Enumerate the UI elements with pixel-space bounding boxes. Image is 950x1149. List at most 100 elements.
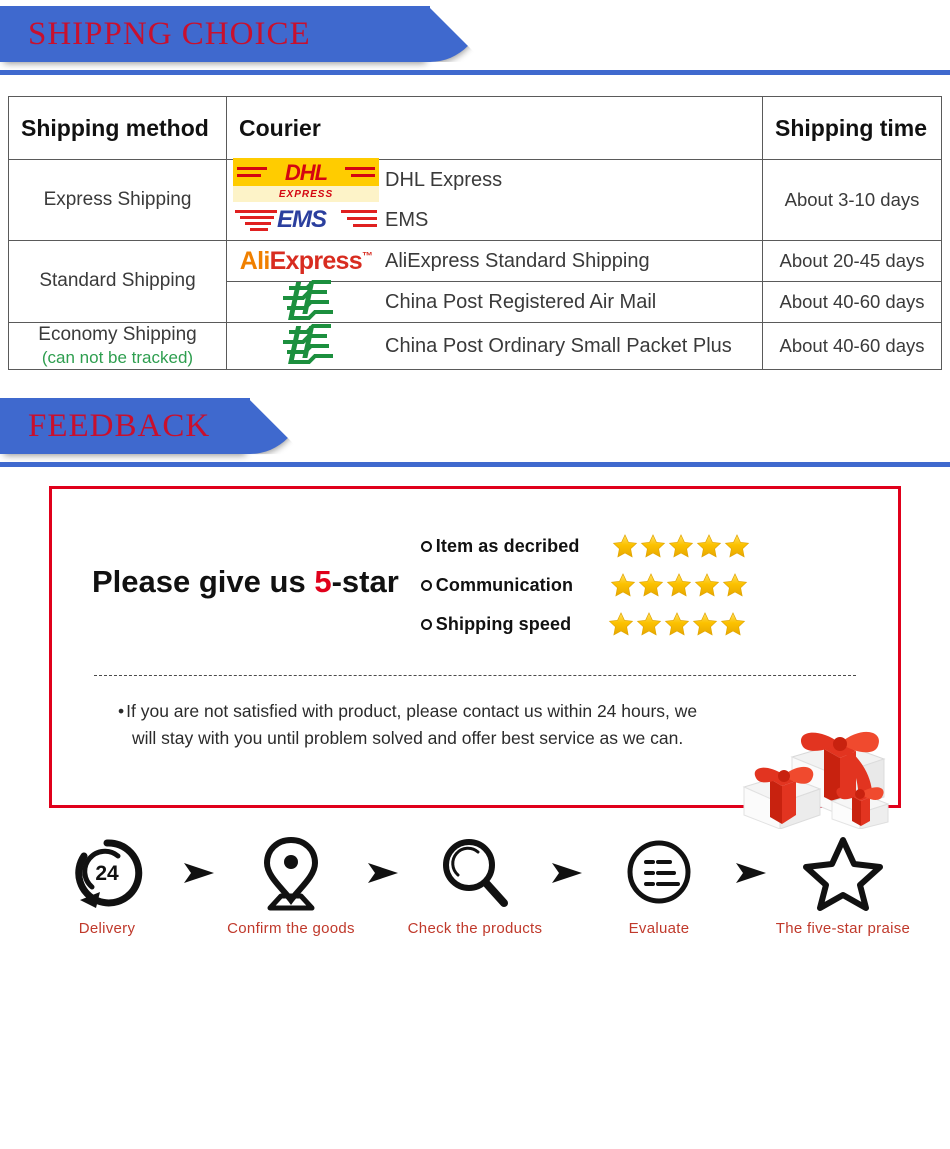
dhl-logo-subtext: EXPRESS	[278, 188, 334, 200]
star-icon[interactable]	[664, 611, 690, 637]
star-icon[interactable]	[640, 533, 666, 559]
courier-label-china-post-air: China Post Registered Air Mail	[385, 290, 657, 313]
step-evaluate: Evaluate	[590, 832, 728, 937]
aliexpress-logo-tm: ™	[361, 250, 373, 263]
banner-shape: SHIPPNG CHOICE	[0, 6, 430, 62]
header-label-time: Shipping time	[775, 114, 928, 141]
ems-logo-text: EMS	[277, 206, 327, 233]
cell-time-china-post-air: About 40-60 days	[762, 281, 942, 323]
feedback-headline: Please give us 5-star	[92, 564, 399, 600]
star-rating-group[interactable]	[608, 611, 746, 637]
courier-label-aliexpress: AliExpress Standard Shipping	[385, 249, 650, 272]
dhl-logo: DHL EXPRESS	[233, 158, 379, 202]
courier-entry-china-post-air: China Post Registered Air Mail	[227, 279, 762, 322]
step-confirm-the-goods: Confirm the goods	[222, 832, 360, 937]
arrow-right-icon	[176, 832, 222, 914]
step-delivery: 24 Delivery	[38, 832, 176, 937]
step-label: Evaluate	[628, 920, 690, 938]
courier-entry-ems: EMS EMS	[227, 200, 762, 240]
process-steps: 24 Delivery Confirm the goods Check the …	[0, 832, 950, 937]
cell-courier-china-post-air: China Post Registered Air Mail	[226, 279, 763, 323]
table-header-row: Shipping method Courier Shipping time	[8, 96, 942, 160]
rating-label: Communication	[435, 574, 574, 595]
cell-courier-china-post-ordinary: China Post Ordinary Small Packet Plus	[226, 321, 763, 371]
star-icon[interactable]	[638, 572, 664, 598]
headline-number: 5	[314, 564, 332, 600]
shipping-banner-title: SHIPPNG CHOICE	[28, 15, 311, 52]
rating-row-communication: Communication	[420, 572, 884, 598]
star-icon[interactable]	[610, 572, 636, 598]
circle-bullet-icon	[420, 579, 432, 591]
step-label: Delivery	[78, 920, 136, 938]
circle-bullet-icon	[420, 618, 432, 630]
banner-underline	[0, 462, 950, 468]
star-icon[interactable]	[694, 572, 720, 598]
cell-method-standard: Standard Shipping	[8, 240, 227, 323]
star-outline-icon	[802, 832, 884, 914]
clock-24-hours-icon: 24	[68, 832, 146, 914]
cell-time-economy: About 40-60 days	[762, 321, 942, 371]
note-bullet: •	[118, 701, 125, 722]
cell-courier-express: DHL EXPRESS DHL Express EMS EMS	[226, 158, 763, 241]
table-row: Standard Shipping AliExpress™ AliExpress…	[8, 240, 942, 323]
star-rating-group[interactable]	[612, 533, 750, 559]
headline-prefix: Please give us	[92, 564, 315, 600]
table-row: Express Shipping DHL EXPRESS DHL Express…	[8, 158, 942, 241]
note-line-2: will stay with you until problem solved …	[132, 728, 684, 749]
header-cell-time: Shipping time	[762, 96, 942, 160]
step-check-the-products: Check the products	[406, 832, 544, 937]
aliexpress-logo: AliExpress™	[240, 247, 373, 276]
china-post-logo-box	[227, 322, 385, 371]
svg-text:24: 24	[95, 862, 119, 885]
star-icon[interactable]	[720, 611, 746, 637]
star-icon[interactable]	[696, 533, 722, 559]
aliexpress-logo-text-express: Express	[269, 246, 363, 275]
rating-label: Shipping speed	[435, 613, 572, 634]
method-label: Economy Shipping	[38, 324, 197, 345]
rating-label: Item as decribed	[435, 535, 580, 556]
star-rating-group[interactable]	[610, 572, 748, 598]
dhl-logo-text: DHL	[284, 159, 328, 185]
banner-shape: FEEDBACK	[0, 398, 250, 455]
courier-entry-dhl: DHL EXPRESS DHL Express	[227, 158, 762, 202]
courier-label-dhl: DHL Express	[385, 168, 503, 191]
method-label: Standard Shipping	[39, 270, 196, 292]
location-pin-icon	[252, 832, 330, 914]
arrow-right-icon	[360, 832, 406, 914]
magnifier-icon	[436, 832, 514, 914]
courier-entry-aliexpress: AliExpress™ AliExpress Standard Shipping	[227, 241, 762, 281]
dhl-logo-box: DHL EXPRESS	[227, 158, 385, 202]
shipping-table: Shipping method Courier Shipping time Ex…	[8, 96, 942, 371]
star-icon[interactable]	[636, 611, 662, 637]
courier-label-ems: EMS	[385, 208, 429, 231]
method-note: (can not be tracked)	[41, 348, 194, 368]
star-icon[interactable]	[722, 572, 748, 598]
aliexpress-logo-text-ali: Ali	[239, 246, 271, 275]
note-line-1: If you are not satisfied with product, p…	[126, 701, 698, 722]
header-label-courier: Courier	[239, 114, 321, 141]
china-post-logo	[277, 278, 335, 327]
china-post-logo-box	[227, 278, 385, 327]
step-label: Check the products	[407, 920, 543, 938]
star-icon[interactable]	[612, 533, 638, 559]
shipping-table-container: Shipping method Courier Shipping time Ex…	[8, 96, 942, 371]
cell-time-express: About 3-10 days	[762, 159, 942, 241]
cell-method-express: Express Shipping	[8, 159, 227, 241]
arrow-right-icon	[544, 832, 590, 914]
ems-logo-box: EMS	[227, 203, 385, 237]
headline-suffix: -star	[331, 564, 399, 600]
ems-logo: EMS	[233, 203, 379, 237]
star-icon[interactable]	[692, 611, 718, 637]
arrow-right-icon	[728, 832, 774, 914]
method-label: Express Shipping	[43, 188, 192, 210]
star-icon[interactable]	[666, 572, 692, 598]
header-cell-method: Shipping method	[8, 96, 227, 160]
star-icon[interactable]	[608, 611, 634, 637]
cell-courier-aliexpress: AliExpress™ AliExpress Standard Shipping	[226, 240, 763, 282]
shipping-choice-banner: SHIPPNG CHOICE	[0, 0, 950, 78]
star-icon[interactable]	[668, 533, 694, 559]
feedback-note: • If you are not satisfied with product, …	[52, 676, 898, 752]
star-icon[interactable]	[724, 533, 750, 559]
aliexpress-logo-box: AliExpress™	[227, 247, 385, 276]
feedback-banner-title: FEEDBACK	[28, 407, 211, 444]
